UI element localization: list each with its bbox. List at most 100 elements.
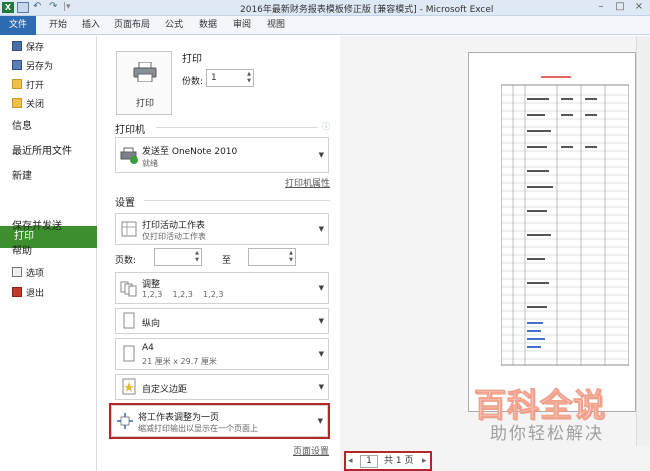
chevron-down-icon: ▼: [318, 317, 324, 325]
stepper-arrows-icon[interactable]: ▲ ▼: [247, 71, 251, 85]
chevron-down-icon: ▼: [318, 350, 324, 358]
printer-dropdown[interactable]: 发送至 OneNote 2010 就绪 ▼: [115, 137, 329, 173]
nav-recent[interactable]: 最近所用文件: [12, 144, 72, 160]
nav-new[interactable]: 新建: [12, 169, 32, 185]
tab-data[interactable]: 数据: [196, 16, 220, 35]
margins-title: 自定义边距: [142, 385, 188, 395]
folder-open-icon: [12, 79, 22, 89]
pages-to-stepper[interactable]: ▲ ▼: [248, 248, 296, 266]
save-as-icon: [12, 60, 22, 70]
chevron-down-icon: ▼: [318, 225, 324, 233]
printer-ready-icon: [120, 147, 138, 164]
paper-size-icon: [123, 345, 135, 362]
printer-name: 发送至 OneNote 2010: [142, 147, 238, 157]
watermark-slogan: 助你轻松解决: [490, 424, 604, 444]
print-header: 打印: [182, 54, 202, 65]
tab-insert[interactable]: 插入: [78, 16, 104, 35]
collate-sub: 1,2,3 1,2,3 1,2,3: [142, 290, 224, 299]
portrait-icon: [123, 312, 135, 329]
nav-close[interactable]: 关闭: [12, 98, 44, 112]
tab-review[interactable]: 审阅: [230, 16, 254, 35]
close-button[interactable]: ×: [630, 0, 648, 15]
nav-options-label: 选项: [26, 269, 45, 279]
quick-save-icon[interactable]: [17, 2, 29, 13]
margins-dropdown[interactable]: 自定义边距 ▼: [115, 374, 329, 400]
save-icon: [12, 41, 22, 51]
copies-stepper[interactable]: 1 ▲ ▼: [206, 69, 254, 87]
printer-divider: [156, 127, 318, 128]
paper-size-dropdown[interactable]: A4 21 厘米 x 29.7 厘米 ▼: [115, 338, 329, 370]
window-title: 2016年最新财务报表模板修正版 [兼容模式] - Microsoft Exce…: [240, 5, 494, 15]
tab-home[interactable]: 开始: [44, 16, 72, 35]
exit-icon: [12, 287, 22, 297]
margins-icon: [122, 378, 136, 395]
chevron-down-icon: ▼: [318, 383, 324, 391]
minimize-button[interactable]: –: [592, 0, 610, 15]
orientation-dropdown[interactable]: 纵向 ▼: [115, 308, 329, 334]
next-page-icon[interactable]: ▸: [422, 453, 427, 469]
preview-page: [468, 52, 636, 412]
redo-icon[interactable]: ↷: [49, 2, 61, 13]
copies-label: 份数:: [182, 77, 204, 87]
prev-page-icon[interactable]: ◂: [348, 453, 353, 469]
nav-save-label: 保存: [26, 43, 45, 53]
nav-save-send[interactable]: 保存并发送: [12, 219, 62, 235]
preview-scrollbar[interactable]: [636, 36, 650, 446]
page-navigator: ◂ 1 共 1 页 ▸: [344, 451, 432, 471]
orientation-title: 纵向: [142, 319, 161, 329]
nav-save-as-label: 另存为: [26, 62, 54, 72]
paper-size-sub: 21 厘米 x 29.7 厘米: [142, 357, 217, 366]
copies-value: 1: [211, 73, 217, 83]
nav-help[interactable]: 帮助: [12, 244, 32, 260]
total-pages-label: 共 1 页: [384, 456, 414, 466]
pages-from-stepper[interactable]: ▲ ▼: [154, 248, 202, 266]
page-setup-link[interactable]: 页面设置: [293, 444, 329, 457]
printer-status: 就绪: [142, 159, 158, 168]
nav-close-label: 关闭: [26, 100, 45, 110]
print-settings-panel: 打印 打印 份数: 1 ▲ ▼ 打印机 ⓘ 发送至 OneNote 2010 就绪…: [98, 36, 339, 471]
print-what-title: 打印活动工作表: [142, 221, 206, 231]
stepper-arrows-icon[interactable]: ▲ ▼: [195, 250, 199, 264]
chevron-down-icon: ▼: [318, 284, 324, 292]
ribbon-tabs: 文件 开始 插入 页面布局 公式 数据 审阅 视图: [0, 16, 650, 35]
nav-open-label: 打开: [26, 81, 45, 91]
title-bar: X ↶ ↷ |▾ 2016年最新财务报表模板修正版 [兼容模式] - Micro…: [0, 0, 650, 16]
preview-sheet-thumbnail: [501, 69, 629, 369]
maximize-button[interactable]: □: [611, 0, 629, 15]
current-page-input[interactable]: 1: [360, 455, 378, 468]
nav-save[interactable]: 保存: [12, 41, 44, 55]
collate-title: 调整: [142, 280, 161, 290]
print-what-sub: 仅打印活动工作表: [142, 232, 206, 241]
nav-open[interactable]: 打开: [12, 79, 44, 93]
settings-divider: [144, 200, 330, 201]
pages-label: 页数:: [115, 256, 137, 266]
customize-qat-icon[interactable]: |▾: [63, 2, 75, 13]
backstage-nav: 保存 另存为 打开 关闭 信息 最近所用文件 新建 打印 保存并发送 帮助 选项…: [0, 36, 97, 471]
sheet-icon: [121, 221, 137, 237]
print-button[interactable]: 打印: [116, 51, 172, 115]
nav-exit[interactable]: 退出: [12, 287, 44, 301]
options-icon: [12, 267, 22, 277]
printer-header: 打印机: [115, 125, 145, 136]
excel-logo-icon: X: [2, 2, 14, 13]
tab-file[interactable]: 文件: [0, 16, 36, 35]
collate-icon: [120, 281, 137, 297]
tab-formulas[interactable]: 公式: [162, 16, 186, 35]
nav-save-as[interactable]: 另存为: [12, 60, 53, 74]
nav-info[interactable]: 信息: [12, 119, 32, 135]
tab-view[interactable]: 视图: [264, 16, 288, 35]
nav-options[interactable]: 选项: [12, 267, 44, 281]
settings-header: 设置: [115, 198, 135, 209]
info-icon[interactable]: ⓘ: [322, 121, 330, 132]
printer-properties-link[interactable]: 打印机属性: [285, 176, 330, 189]
nav-exit-label: 退出: [26, 289, 45, 299]
paper-size-title: A4: [142, 343, 154, 353]
print-what-dropdown[interactable]: 打印活动工作表 仅打印活动工作表 ▼: [115, 213, 329, 245]
tab-page-layout[interactable]: 页面布局: [112, 16, 152, 35]
undo-icon[interactable]: ↶: [33, 2, 45, 13]
collate-dropdown[interactable]: 调整 1,2,3 1,2,3 1,2,3 ▼: [115, 272, 329, 304]
pages-to-label: 至: [222, 256, 232, 266]
print-button-label: 打印: [135, 99, 154, 109]
scaling-highlight-box: [109, 403, 330, 439]
stepper-arrows-icon[interactable]: ▲ ▼: [289, 250, 293, 264]
